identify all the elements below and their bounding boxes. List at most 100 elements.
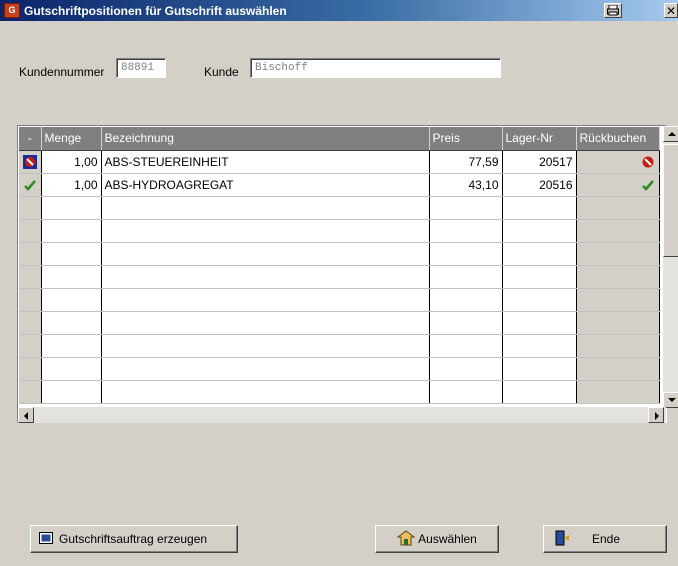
empty-cell[interactable] [101, 357, 430, 381]
scroll-thumb[interactable] [663, 144, 678, 257]
menge-cell[interactable]: 1,00 [41, 150, 102, 174]
empty-cell[interactable] [41, 334, 102, 358]
empty-cell[interactable] [41, 311, 102, 335]
empty-cell[interactable] [502, 242, 577, 266]
col-header-lager-nr[interactable]: Lager-Nr [502, 127, 577, 151]
empty-cell[interactable] [41, 357, 102, 381]
row-selector[interactable] [19, 150, 42, 174]
col-header-menge[interactable]: Menge [41, 127, 102, 151]
kunde-field[interactable]: Bischoff [250, 58, 501, 78]
empty-cell[interactable] [429, 242, 503, 266]
empty-table-row[interactable] [19, 357, 660, 381]
empty-cell[interactable] [429, 265, 503, 289]
col-header-bezeichnung[interactable]: Bezeichnung [101, 127, 430, 151]
empty-cell[interactable] [429, 380, 503, 404]
empty-cell[interactable] [576, 219, 660, 243]
empty-cell[interactable] [19, 380, 42, 404]
empty-cell[interactable] [101, 219, 430, 243]
empty-cell[interactable] [19, 219, 42, 243]
row-selector[interactable] [19, 173, 42, 197]
empty-cell[interactable] [502, 311, 577, 335]
empty-cell[interactable] [19, 196, 42, 220]
empty-cell[interactable] [576, 265, 660, 289]
empty-table-row[interactable] [19, 334, 660, 358]
preis-cell[interactable]: 43,10 [429, 173, 503, 197]
scroll-up-button[interactable] [663, 126, 678, 142]
lager-nr-cell[interactable]: 20516 [502, 173, 577, 197]
empty-table-row[interactable] [19, 196, 660, 220]
empty-cell[interactable] [576, 196, 660, 220]
empty-cell[interactable] [41, 242, 102, 266]
scroll-left-button[interactable] [18, 407, 34, 423]
empty-cell[interactable] [502, 265, 577, 289]
select-button[interactable]: Auswählen [375, 525, 499, 553]
empty-cell[interactable] [429, 334, 503, 358]
empty-table-row[interactable] [19, 242, 660, 266]
title-bar[interactable]: G Gutschriftpositionen für Gutschrift au… [0, 0, 678, 21]
bezeichnung-cell[interactable]: ABS-HYDROAGREGAT [101, 173, 430, 197]
empty-cell[interactable] [502, 357, 577, 381]
empty-cell[interactable] [41, 265, 102, 289]
end-button[interactable]: Ende [543, 525, 667, 553]
print-button[interactable] [604, 3, 622, 18]
create-credit-order-button[interactable]: Gutschriftsauftrag erzeugen [30, 525, 238, 553]
empty-cell[interactable] [502, 334, 577, 358]
empty-cell[interactable] [101, 196, 430, 220]
empty-cell[interactable] [19, 311, 42, 335]
empty-cell[interactable] [576, 334, 660, 358]
empty-cell[interactable] [429, 357, 503, 381]
kundennummer-field[interactable]: 88891 [116, 58, 166, 78]
vertical-scrollbar[interactable] [663, 126, 678, 408]
scroll-right-button[interactable] [648, 407, 664, 423]
positions-grid[interactable]: - Menge Bezeichnung Preis Lager-Nr Rückb… [17, 125, 667, 423]
empty-cell[interactable] [101, 311, 430, 335]
col-header-rueckbuchen[interactable]: Rückbuchen [576, 127, 660, 151]
empty-cell[interactable] [101, 334, 430, 358]
table-row[interactable]: 1,00 ABS-HYDROAGREGAT 43,10 20516 [19, 173, 660, 197]
scroll-down-button[interactable] [663, 392, 678, 408]
horizontal-scrollbar[interactable] [18, 407, 666, 423]
empty-table-row[interactable] [19, 265, 660, 289]
empty-cell[interactable] [19, 357, 42, 381]
empty-cell[interactable] [576, 380, 660, 404]
empty-cell[interactable] [19, 242, 42, 266]
close-button[interactable]: ✕ [664, 3, 678, 18]
empty-cell[interactable] [576, 242, 660, 266]
empty-cell[interactable] [41, 196, 102, 220]
empty-cell[interactable] [41, 288, 102, 312]
rueckbuchen-cell[interactable] [576, 150, 660, 174]
empty-cell[interactable] [502, 288, 577, 312]
menge-cell[interactable]: 1,00 [41, 173, 102, 197]
empty-cell[interactable] [502, 219, 577, 243]
col-header-preis[interactable]: Preis [429, 127, 503, 151]
empty-cell[interactable] [19, 265, 42, 289]
empty-cell[interactable] [429, 288, 503, 312]
empty-cell[interactable] [576, 311, 660, 335]
empty-cell[interactable] [502, 196, 577, 220]
empty-cell[interactable] [101, 288, 430, 312]
empty-cell[interactable] [429, 196, 503, 220]
table-row[interactable]: 1,00 ABS-STEUEREINHEIT 77,59 20517 [19, 150, 660, 174]
cancel-icon [22, 154, 37, 169]
empty-cell[interactable] [576, 288, 660, 312]
empty-cell[interactable] [502, 380, 577, 404]
lager-nr-cell[interactable]: 20517 [502, 150, 577, 174]
empty-cell[interactable] [19, 334, 42, 358]
empty-cell[interactable] [576, 357, 660, 381]
col-header-selector[interactable]: - [19, 127, 42, 151]
preis-cell[interactable]: 77,59 [429, 150, 503, 174]
empty-cell[interactable] [41, 219, 102, 243]
empty-cell[interactable] [101, 265, 430, 289]
empty-cell[interactable] [429, 311, 503, 335]
empty-table-row[interactable] [19, 288, 660, 312]
empty-cell[interactable] [101, 242, 430, 266]
empty-cell[interactable] [101, 380, 430, 404]
empty-table-row[interactable] [19, 311, 660, 335]
bezeichnung-cell[interactable]: ABS-STEUEREINHEIT [101, 150, 430, 174]
empty-cell[interactable] [429, 219, 503, 243]
empty-table-row[interactable] [19, 219, 660, 243]
empty-table-row[interactable] [19, 380, 660, 404]
empty-cell[interactable] [19, 288, 42, 312]
rueckbuchen-cell[interactable] [576, 173, 660, 197]
empty-cell[interactable] [41, 380, 102, 404]
